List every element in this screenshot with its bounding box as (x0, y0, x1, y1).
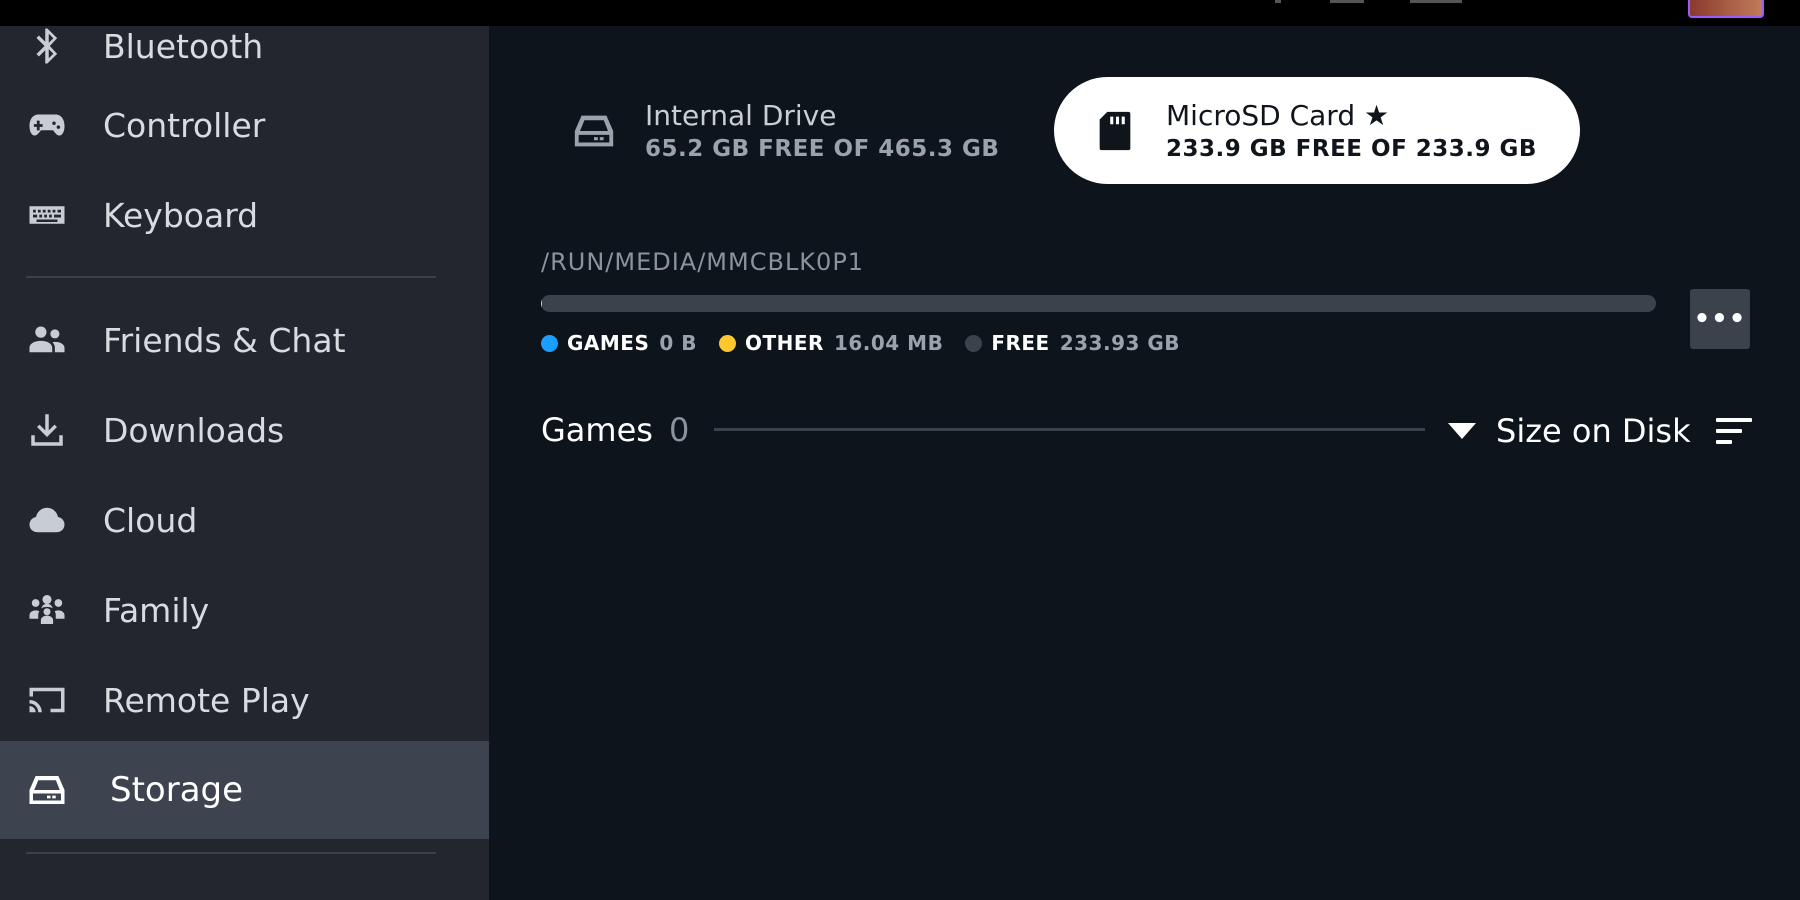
sidebar-item-label: Family (103, 590, 210, 630)
legend-value: 0 B (659, 331, 697, 355)
legend-dot (719, 334, 736, 352)
legend-dot (965, 334, 983, 352)
storage-icon (26, 769, 68, 811)
tab-internal-drive[interactable]: Internal Drive 65.2 GB FREE OF 465.3 GB (571, 77, 1031, 184)
controller-icon (26, 104, 68, 146)
legend-name: OTHER (745, 331, 824, 355)
sidebar-item-label: Controller (103, 105, 266, 145)
legend-value: 233.93 GB (1059, 331, 1181, 355)
games-count: 0 (668, 411, 690, 449)
sidebar-item-label: Keyboard (103, 195, 259, 235)
sidebar-item-label: Downloads (103, 410, 285, 450)
drive-info: Internal Drive 65.2 GB FREE OF 465.3 GB (645, 99, 999, 162)
sidebar-item-controller[interactable]: Controller (0, 80, 489, 170)
sidebar-divider (26, 852, 436, 854)
drive-info: MicroSD Card ★ 233.9 GB FREE OF 233.9 GB (1166, 99, 1537, 162)
legend-item-free: FREE 233.93 GB (965, 331, 1180, 355)
cloud-icon (26, 499, 68, 541)
sd-card-icon (1092, 108, 1138, 154)
legend-value: 16.04 MB (833, 331, 944, 355)
sort-order-icon[interactable] (1716, 416, 1752, 446)
legend-name: GAMES (567, 331, 650, 355)
sort-dropdown[interactable]: Size on Disk (1448, 407, 1691, 455)
keyboard-icon (26, 194, 68, 236)
sort-line (1716, 418, 1752, 422)
legend-item-games: GAMES 0 B (541, 331, 697, 355)
legend-name: FREE (991, 331, 1050, 355)
tab-microsd-card[interactable]: MicroSD Card ★ 233.9 GB FREE OF 233.9 GB (1054, 77, 1580, 184)
sidebar-item-label: Storage (110, 770, 244, 810)
sort-line (1716, 429, 1742, 433)
status-glyph (1275, 0, 1281, 3)
drive-name: MicroSD Card (1166, 99, 1356, 132)
sidebar-divider (26, 276, 436, 278)
sidebar-item-cloud[interactable]: Cloud (0, 475, 489, 565)
mount-path: /RUN/MEDIA/MMCBLK0P1 (541, 248, 865, 276)
status-glyph (1330, 0, 1364, 3)
sidebar-item-keyboard[interactable]: Keyboard (0, 170, 489, 260)
family-icon (26, 589, 68, 631)
cast-icon (26, 679, 68, 721)
drive-name-row: MicroSD Card ★ (1166, 99, 1537, 132)
sidebar-item-bluetooth[interactable]: Bluetooth (0, 16, 489, 76)
sidebar-item-label: Bluetooth (103, 26, 264, 66)
games-header-divider (714, 428, 1425, 431)
more-options-button[interactable]: ••• (1690, 289, 1750, 349)
caret-down-icon (1448, 423, 1476, 439)
download-icon (26, 409, 68, 451)
sidebar-item-remote-play[interactable]: Remote Play (0, 655, 489, 745)
sidebar-item-friends-chat[interactable]: Friends & Chat (0, 295, 489, 385)
drive-free-space: 233.9 GB FREE OF 233.9 GB (1166, 136, 1537, 162)
drive-free-space: 65.2 GB FREE OF 465.3 GB (645, 136, 1000, 162)
settings-sidebar: Bluetooth Controller Keyboard Friends & … (0, 26, 489, 900)
sidebar-item-storage[interactable]: Storage (0, 741, 489, 839)
bluetooth-icon (26, 25, 68, 67)
sidebar-item-family[interactable]: Family (0, 565, 489, 655)
games-title: Games (541, 411, 653, 449)
games-section-header: Games 0 (541, 408, 689, 452)
legend-item-other: OTHER 16.04 MB (719, 331, 943, 355)
sidebar-item-label: Cloud (103, 500, 198, 540)
sidebar-item-label: Remote Play (103, 680, 310, 720)
sidebar-item-label: Friends & Chat (103, 320, 346, 360)
hard-drive-icon (571, 108, 617, 154)
sort-label: Size on Disk (1496, 412, 1691, 450)
sort-line (1716, 440, 1732, 444)
sidebar-item-downloads[interactable]: Downloads (0, 385, 489, 475)
storage-usage-bar (541, 295, 1656, 312)
storage-legend: GAMES 0 B OTHER 16.04 MB FREE 233.93 GB (541, 329, 1202, 357)
default-star-icon: ★ (1364, 99, 1390, 132)
user-avatar[interactable] (1688, 0, 1764, 18)
drive-name: Internal Drive (645, 99, 837, 132)
status-glyph (1410, 0, 1462, 3)
legend-dot (541, 334, 558, 352)
friends-icon (26, 319, 68, 361)
